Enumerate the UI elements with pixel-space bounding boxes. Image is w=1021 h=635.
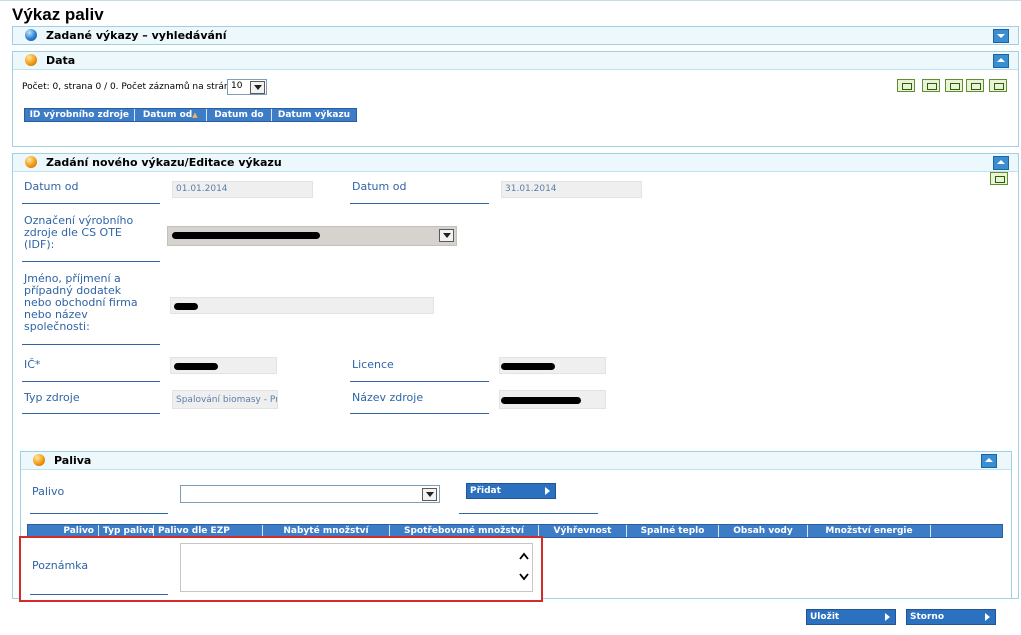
source-id-select[interactable] bbox=[167, 226, 457, 246]
fuel-label: Palivo bbox=[32, 485, 65, 498]
source-name-label: Název zdroje bbox=[352, 391, 424, 404]
name-label: Jméno, příjmení a případný dodatek nebo … bbox=[24, 273, 138, 333]
redacted-value bbox=[174, 303, 198, 310]
column-header[interactable]: ID výrobního zdroje bbox=[25, 109, 135, 121]
column-header[interactable]: Spalné teplo bbox=[627, 525, 719, 537]
back-icon[interactable] bbox=[990, 172, 1008, 185]
date-to-label: Datum od bbox=[352, 180, 407, 193]
field-underline bbox=[30, 513, 168, 514]
panel-ball-icon bbox=[33, 454, 45, 466]
field-underline bbox=[22, 413, 160, 414]
redacted-value bbox=[174, 363, 218, 370]
field-underline bbox=[459, 513, 598, 514]
source-id-label: Označení výrobního zdroje dle CS OTE (ID… bbox=[24, 215, 133, 251]
name-input[interactable] bbox=[170, 297, 434, 314]
data-table-header: ID výrobního zdroje Datum od▲ Datum do D… bbox=[24, 108, 357, 122]
column-header[interactable]: Množství energie bbox=[808, 525, 931, 537]
collapse-icon[interactable] bbox=[981, 454, 997, 468]
column-header[interactable]: Obsah vody bbox=[719, 525, 808, 537]
chevron-down-icon bbox=[422, 488, 437, 501]
data-panel-header[interactable]: Data bbox=[13, 52, 1018, 70]
page-size-select[interactable]: 10 bbox=[227, 79, 267, 95]
field-underline bbox=[22, 344, 160, 345]
panel-ball-icon bbox=[25, 29, 37, 41]
new-record-icon[interactable] bbox=[897, 79, 915, 92]
ic-label: IČ* bbox=[24, 358, 41, 371]
data-panel-title: Data bbox=[46, 54, 76, 67]
delete-icon[interactable] bbox=[945, 79, 963, 92]
column-header-spacer bbox=[931, 525, 1002, 537]
page-title: Výkaz paliv bbox=[12, 5, 104, 24]
data-panel: Data bbox=[12, 51, 1019, 147]
fuels-panel-header[interactable]: Paliva bbox=[21, 452, 1011, 470]
field-underline bbox=[22, 381, 160, 382]
collapse-icon[interactable] bbox=[993, 156, 1009, 170]
redacted-value bbox=[501, 363, 555, 370]
field-underline bbox=[22, 203, 160, 204]
panel-ball-icon bbox=[25, 156, 37, 168]
source-name-input[interactable] bbox=[499, 390, 606, 409]
search-panel-title: Zadané výkazy – vyhledávání bbox=[46, 29, 227, 42]
chevron-down-icon bbox=[250, 81, 265, 94]
field-underline bbox=[22, 261, 160, 262]
edit-icon[interactable] bbox=[922, 79, 940, 92]
save-button[interactable]: Uložit bbox=[806, 609, 896, 625]
licence-input[interactable] bbox=[499, 357, 606, 374]
column-header-sorted[interactable]: Datum od▲ bbox=[135, 109, 207, 121]
licence-label: Licence bbox=[352, 358, 394, 371]
date-from-label: Datum od bbox=[24, 180, 79, 193]
ic-input[interactable] bbox=[170, 357, 277, 374]
column-header[interactable]: Datum výkazu bbox=[272, 109, 356, 121]
form-panel-title: Zadání nového výkazu/Editace výkazu bbox=[46, 156, 282, 169]
sort-asc-icon: ▲ bbox=[192, 111, 198, 119]
column-header[interactable]: Výhřevnost bbox=[539, 525, 627, 537]
source-type-label: Typ zdroje bbox=[24, 391, 80, 404]
expand-icon[interactable] bbox=[993, 29, 1009, 43]
fuel-select[interactable] bbox=[180, 485, 440, 503]
field-underline bbox=[350, 413, 489, 414]
search-panel-header[interactable]: Zadané výkazy – vyhledávání bbox=[13, 27, 1018, 44]
print-icon[interactable] bbox=[989, 79, 1007, 92]
panel-ball-icon bbox=[25, 54, 37, 66]
date-from-input[interactable]: 01.01.2014 bbox=[172, 181, 313, 198]
field-underline bbox=[350, 381, 489, 382]
add-button[interactable]: Přidat bbox=[466, 483, 556, 499]
label-line: společnosti: bbox=[24, 320, 90, 333]
fuels-panel-title: Paliva bbox=[54, 454, 92, 467]
chevron-down-icon bbox=[439, 229, 454, 242]
label-line: (IDF): bbox=[24, 238, 55, 251]
paging-info: Počet: 0, strana 0 / 0. Počet záznamů na… bbox=[22, 82, 241, 92]
column-header[interactable]: Datum do bbox=[207, 109, 273, 121]
export-icon[interactable] bbox=[966, 79, 984, 92]
highlight-box bbox=[19, 536, 543, 602]
form-panel-header[interactable]: Zadání nového výkazu/Editace výkazu bbox=[13, 154, 1018, 172]
page-size-value: 10 bbox=[231, 81, 243, 91]
cancel-button[interactable]: Storno bbox=[906, 609, 996, 625]
top-border bbox=[0, 0, 1021, 1]
redacted-value bbox=[501, 397, 581, 404]
column-header-label: Datum od bbox=[142, 110, 193, 120]
search-panel: Zadané výkazy – vyhledávání bbox=[12, 26, 1019, 45]
source-type-input[interactable]: Spalování biomasy - Pro bbox=[172, 390, 278, 409]
collapse-icon[interactable] bbox=[993, 54, 1009, 68]
date-to-input[interactable]: 31.01.2014 bbox=[501, 181, 642, 198]
field-underline bbox=[350, 203, 489, 204]
redacted-value bbox=[172, 232, 320, 239]
